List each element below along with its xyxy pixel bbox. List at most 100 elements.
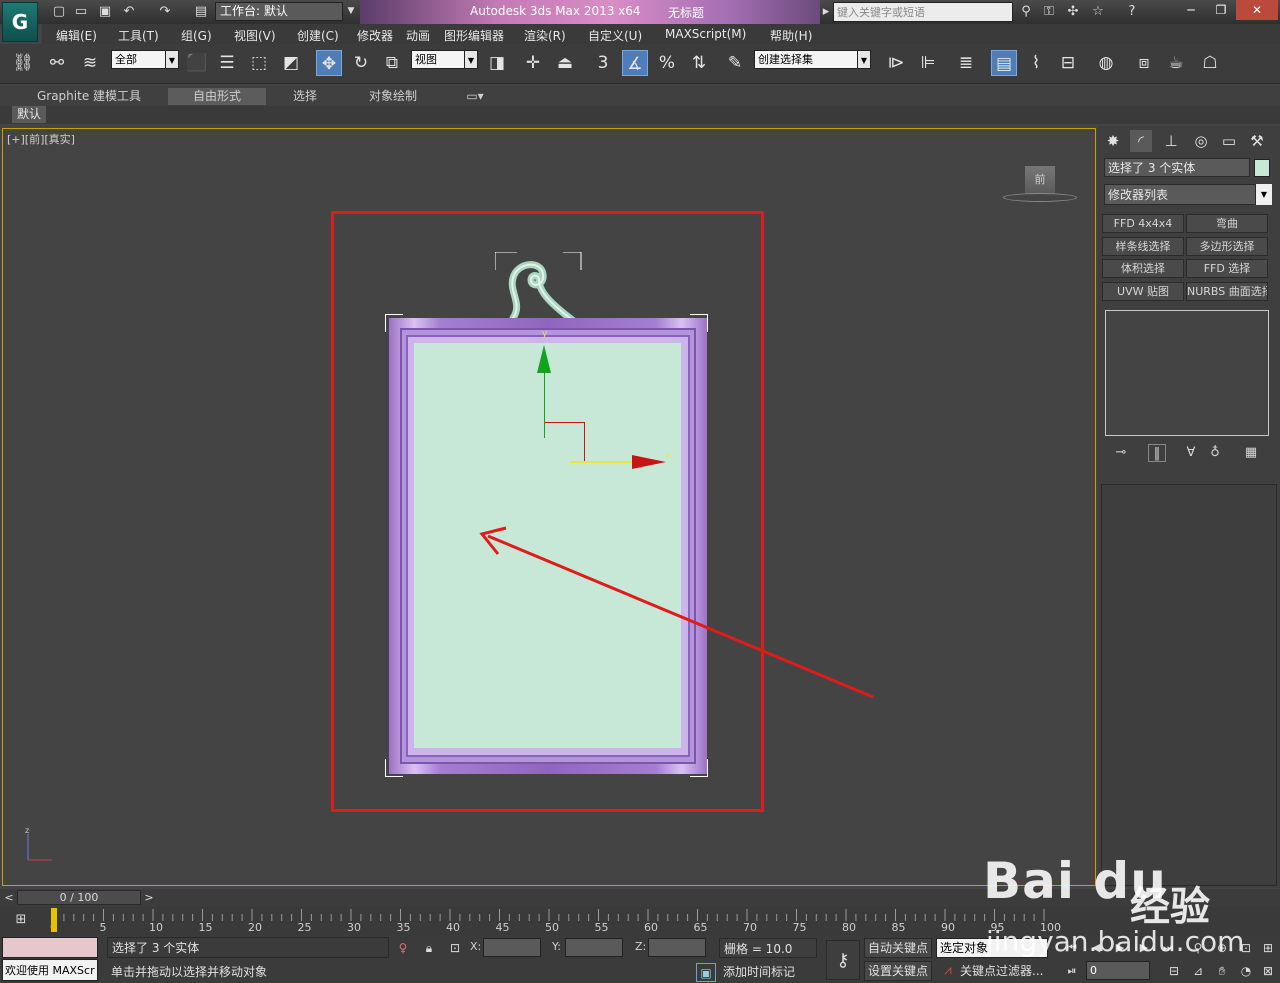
modifier-button-vol-select[interactable]: 体积选择 — [1102, 259, 1184, 278]
z-coord-field[interactable] — [648, 938, 706, 957]
percent-snap-icon[interactable]: % — [654, 50, 680, 76]
maxscript-listener-output[interactable] — [2, 937, 98, 958]
current-frame-marker[interactable] — [51, 908, 57, 932]
select-by-name-icon[interactable]: ☰ — [214, 50, 240, 76]
bind-space-warp-icon[interactable]: ≋ — [77, 50, 103, 76]
chevron-down-icon[interactable]: ▼ — [1256, 184, 1272, 205]
utilities-tab-icon[interactable]: ⚒ — [1246, 130, 1268, 152]
gizmo-x-axis[interactable] — [570, 461, 634, 463]
angle-snap-icon[interactable]: ∡ — [622, 50, 648, 76]
unlink-icon[interactable]: ⚯ — [44, 50, 70, 76]
ribbon-tab-freeform[interactable]: 自由形式 — [168, 88, 266, 105]
gizmo-y-arrow[interactable] — [537, 345, 551, 373]
menu-customize[interactable]: 自定义(U) — [588, 27, 642, 44]
selection-lock-icon[interactable]: 🔒︎ — [420, 939, 438, 957]
viewcube[interactable]: 前 — [1025, 166, 1055, 194]
hierarchy-tab-icon[interactable]: ⊥ — [1160, 130, 1182, 152]
new-file-icon[interactable]: ▢ — [50, 3, 68, 20]
menu-rendering[interactable]: 渲染(R) — [524, 27, 566, 44]
open-file-icon[interactable]: ▭ — [72, 3, 90, 20]
create-tab-icon[interactable]: ✸ — [1102, 130, 1124, 152]
undo-icon[interactable]: ↶ — [120, 3, 138, 20]
gizmo-plane-handle[interactable] — [544, 422, 584, 423]
key-filters-button[interactable]: 关键点过滤器... — [960, 961, 1048, 981]
pan-icon[interactable]: ✋︎ — [1212, 962, 1232, 981]
modify-tab-icon[interactable]: ◜ — [1130, 130, 1152, 152]
time-config-icon[interactable]: ⊟ — [1164, 962, 1184, 981]
modifier-button-ffd-select[interactable]: FFD 选择 — [1186, 259, 1268, 278]
save-icon[interactable]: ▣ — [96, 3, 114, 20]
add-time-tag-button[interactable]: 添加时间标记 — [719, 963, 819, 982]
render-production-icon[interactable]: ☖ — [1197, 50, 1223, 76]
zoom-extents-all-icon[interactable]: ⊞ — [1258, 939, 1278, 958]
y-coord-field[interactable] — [565, 938, 623, 957]
modifier-button-ffd[interactable]: FFD 4x4x4 — [1102, 214, 1184, 233]
spinner-snap-icon[interactable]: ⇅ — [686, 50, 712, 76]
isolate-selection-icon[interactable]: ♀ — [394, 939, 412, 957]
object-color-swatch[interactable] — [1254, 159, 1270, 177]
time-tag-icon[interactable]: ▣ — [696, 963, 716, 982]
help-icon[interactable]: ? — [1123, 3, 1141, 20]
minimize-button[interactable]: ─ — [1176, 0, 1206, 20]
gizmo-y-axis[interactable] — [544, 372, 545, 438]
select-and-move-icon[interactable]: ✥ — [316, 50, 342, 76]
maxscript-listener-input[interactable]: 欢迎使用 MAXScr — [2, 959, 98, 981]
ribbon-tab-object-paint[interactable]: 对象绘制 — [360, 88, 426, 105]
menu-graph-editors[interactable]: 图形编辑器 — [444, 27, 504, 44]
ribbon-options-icon[interactable]: ▭▾ — [462, 88, 488, 105]
menu-animation[interactable]: 动画 — [406, 27, 430, 44]
display-tab-icon[interactable]: ▭ — [1218, 130, 1240, 152]
window-crossing-icon[interactable]: ◩ — [278, 50, 304, 76]
project-folder-icon[interactable]: ▤ — [192, 3, 210, 20]
star-icon[interactable]: ☆ — [1089, 3, 1107, 20]
menu-create[interactable]: 创建(C) — [297, 27, 339, 44]
material-editor-icon[interactable]: ◍ — [1093, 50, 1119, 76]
key-filters-icon[interactable]: ⩘ — [937, 961, 959, 981]
open-mini-curve-editor-icon[interactable]: ⊞ — [10, 911, 32, 929]
set-key-button[interactable]: 设置关键点 — [864, 961, 932, 981]
menu-group[interactable]: 组(G) — [181, 27, 212, 44]
menu-maxscript[interactable]: MAXScript(M) — [665, 27, 746, 41]
modifier-button-bend[interactable]: 弯曲 — [1186, 214, 1268, 233]
reference-coord-dropdown[interactable]: 视图 — [411, 50, 465, 69]
menu-tools[interactable]: 工具(T) — [118, 27, 159, 44]
show-end-result-icon[interactable]: ‖ — [1148, 444, 1166, 462]
auto-key-button[interactable]: 自动关键点 — [864, 938, 932, 958]
gizmo-x-arrow[interactable] — [632, 455, 666, 469]
communication-icon[interactable]: ✣ — [1064, 3, 1082, 20]
x-coord-field[interactable] — [483, 938, 541, 957]
selection-filter-dropdown[interactable]: 全部 — [111, 50, 167, 69]
motion-tab-icon[interactable]: ◎ — [1190, 130, 1212, 152]
chevron-right-icon[interactable]: ▸ — [820, 3, 832, 20]
gizmo-plane-handle[interactable] — [584, 422, 585, 462]
menu-edit[interactable]: 编辑(E) — [56, 27, 97, 44]
configure-sets-icon[interactable]: ▦ — [1242, 444, 1260, 462]
workspace-dropdown[interactable]: 工作台: 默认 — [215, 2, 343, 21]
modifier-stack[interactable] — [1105, 310, 1269, 436]
ribbon-subtab-default[interactable]: 默认 — [12, 106, 46, 123]
ribbon-tab-selection[interactable]: 选择 — [280, 88, 330, 105]
snaps-toggle-icon[interactable]: 3 — [590, 50, 616, 76]
redo-icon[interactable]: ↷ — [156, 3, 174, 20]
remove-modifier-icon[interactable]: ♁ — [1206, 444, 1224, 462]
orbit-icon[interactable]: ◔ — [1236, 962, 1256, 981]
rect-selection-icon[interactable]: ⬚ — [246, 50, 272, 76]
menu-views[interactable]: 视图(V) — [234, 27, 276, 44]
chevron-down-icon[interactable]: ▼ — [344, 2, 358, 21]
pivot-center-icon[interactable]: ◨ — [484, 50, 510, 76]
menu-help[interactable]: 帮助(H) — [770, 27, 812, 44]
selection-name-field[interactable]: 选择了 3 个实体 — [1104, 158, 1250, 177]
chevron-down-icon[interactable]: ▼ — [165, 50, 179, 69]
viewcube-ring[interactable] — [1003, 193, 1077, 202]
absolute-mode-icon[interactable]: ⊡ — [446, 939, 464, 957]
curve-editor-icon[interactable]: ⌇ — [1023, 50, 1049, 76]
select-and-rotate-icon[interactable]: ↻ — [348, 50, 374, 76]
chevron-down-icon[interactable]: ▼ — [857, 50, 871, 69]
maximize-button[interactable]: ❐ — [1206, 0, 1236, 20]
menu-modifiers[interactable]: 修改器 — [357, 27, 393, 44]
key-search-icon[interactable]: ⚿ — [1040, 3, 1058, 20]
maximize-viewport-icon[interactable]: ⊠ — [1258, 962, 1278, 981]
rendered-frame-icon[interactable]: ☕ — [1163, 50, 1189, 76]
schematic-view-icon[interactable]: ⊟ — [1055, 50, 1081, 76]
ribbon-tab-graphite[interactable]: Graphite 建模工具 — [30, 88, 148, 105]
